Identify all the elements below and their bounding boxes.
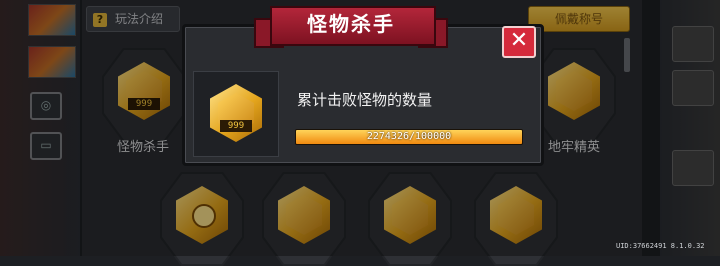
kill-progress-bar: 2274326/100000: [295, 129, 523, 145]
modal-title: 怪物杀手: [307, 12, 395, 36]
close-button[interactable]: ✕: [502, 26, 536, 58]
modal-badge-tag: 999: [220, 120, 252, 132]
modal-title-ribbon: 怪物杀手: [254, 4, 448, 48]
modal-description: 累计击败怪物的数量: [297, 91, 433, 109]
uid-text: UID:37662491 8.1.0.32: [616, 242, 705, 250]
monster-killer-large-icon: 999: [210, 84, 262, 142]
modal-badge-frame: 999: [193, 71, 279, 157]
progress-text: 2274326/100000: [366, 131, 452, 142]
